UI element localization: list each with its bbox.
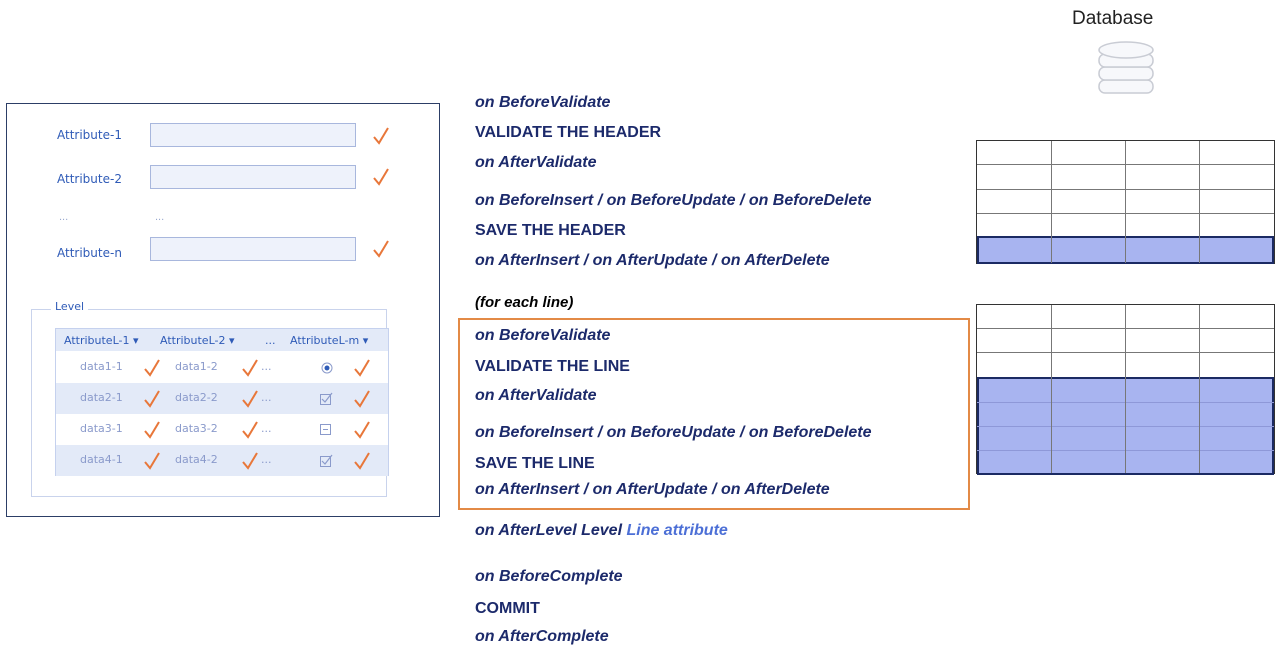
check-icon xyxy=(354,452,370,470)
line-after-ops-event: on AfterInsert / on AfterUpdate / on Aft… xyxy=(475,481,830,498)
attribute-n-label: Attribute-n xyxy=(57,246,122,260)
attribute-2-label: Attribute-2 xyxy=(57,172,122,186)
after-level-text: on AfterLevel Level xyxy=(475,522,623,539)
check-icon xyxy=(354,390,370,408)
check-icon xyxy=(242,452,258,470)
lines-table xyxy=(976,304,1275,475)
grid-cell: data2-1 xyxy=(80,391,123,404)
check-icon xyxy=(242,359,258,377)
check-icon xyxy=(373,240,389,258)
grid-cell: data2-2 xyxy=(175,391,218,404)
grid-row[interactable]: data2-1 data2-2 ... xyxy=(56,383,388,414)
checkbox-checked-icon[interactable] xyxy=(320,454,334,467)
check-icon xyxy=(354,421,370,439)
after-complete-event: on AfterComplete xyxy=(475,628,609,645)
header-before-validate-event: on BeforeValidate xyxy=(475,94,611,111)
check-icon xyxy=(242,421,258,439)
line-before-validate-event: on BeforeValidate xyxy=(475,327,611,344)
check-icon xyxy=(354,359,370,377)
level-grid: AttributeL-1 ▾ AttributeL-2 ▾ ... Attrib… xyxy=(55,328,389,476)
grid-header-cell[interactable]: AttributeL-1 ▾ xyxy=(64,334,139,347)
grid-row[interactable]: data3-1 data3-2 ... xyxy=(56,414,388,445)
attribute-2-input[interactable] xyxy=(150,165,356,189)
attribute-n-input[interactable] xyxy=(150,237,356,261)
grid-cell-ellipsis: ... xyxy=(261,391,272,404)
grid-header-cell[interactable]: AttributeL-2 ▾ xyxy=(160,334,235,347)
grid-cell: data1-1 xyxy=(80,360,123,373)
checkbox-checked-icon[interactable] xyxy=(320,392,334,405)
check-icon xyxy=(144,390,160,408)
header-table xyxy=(976,140,1275,264)
grid-header: AttributeL-1 ▾ AttributeL-2 ▾ ... Attrib… xyxy=(56,329,388,351)
save-header-step: SAVE THE HEADER xyxy=(475,222,626,239)
check-icon xyxy=(242,390,258,408)
check-icon xyxy=(373,127,389,145)
database-title: Database xyxy=(1072,8,1154,29)
grid-row[interactable]: data4-1 data4-2 ... xyxy=(56,445,388,476)
after-level-attribute: Line attribute xyxy=(626,522,728,539)
grid-header-cell: ... xyxy=(265,334,276,347)
grid-header-cell[interactable]: AttributeL-m ▾ xyxy=(290,334,368,347)
line-after-validate-event: on AfterValidate xyxy=(475,387,597,404)
commit-step: COMMIT xyxy=(475,600,540,617)
attribute-1-input[interactable] xyxy=(150,123,356,147)
radio-icon[interactable] xyxy=(321,362,333,374)
grid-cell: data4-1 xyxy=(80,453,123,466)
database-icon xyxy=(1098,41,1154,94)
header-after-ops-event: on AfterInsert / on AfterUpdate / on Aft… xyxy=(475,252,830,269)
grid-cell-ellipsis: ... xyxy=(261,422,272,435)
before-complete-event: on BeforeComplete xyxy=(475,568,623,585)
grid-cell-ellipsis: ... xyxy=(261,360,272,373)
ellipsis-input: ... xyxy=(155,211,165,223)
ellipsis-label: ... xyxy=(59,211,69,223)
check-icon xyxy=(373,168,389,186)
grid-cell-ellipsis: ... xyxy=(261,453,272,466)
grid-cell: data3-1 xyxy=(80,422,123,435)
check-icon xyxy=(144,359,160,377)
line-before-ops-event: on BeforeInsert / on BeforeUpdate / on B… xyxy=(475,424,872,441)
grid-cell: data3-2 xyxy=(175,422,218,435)
header-before-ops-event: on BeforeInsert / on BeforeUpdate / on B… xyxy=(475,192,872,209)
validate-line-step: VALIDATE THE LINE xyxy=(475,358,630,375)
checkbox-indeterminate-icon[interactable] xyxy=(320,424,332,436)
check-icon xyxy=(144,421,160,439)
level-label: Level xyxy=(51,300,89,313)
grid-cell: data4-2 xyxy=(175,453,218,466)
save-line-step: SAVE THE LINE xyxy=(475,455,595,472)
validate-header-step: VALIDATE THE HEADER xyxy=(475,124,662,141)
header-after-validate-event: on AfterValidate xyxy=(475,154,597,171)
transaction-form-panel: Attribute-1 Attribute-2 ... ... Attribut… xyxy=(6,103,440,517)
for-each-line-note: (for each line) xyxy=(475,294,574,311)
attribute-1-label: Attribute-1 xyxy=(57,128,122,142)
check-icon xyxy=(144,452,160,470)
after-level-event: on AfterLevel Level Line attribute xyxy=(475,522,728,540)
grid-cell: data1-2 xyxy=(175,360,218,373)
grid-row[interactable]: data1-1 data1-2 ... xyxy=(56,352,388,383)
